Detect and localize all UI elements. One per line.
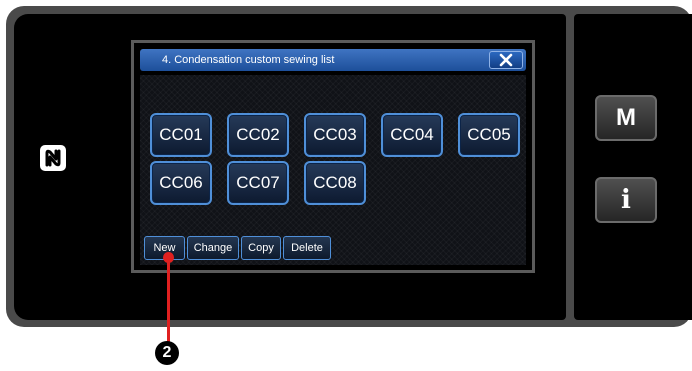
side-panel [574,14,692,320]
dialog-titlebar: 4. Condensation custom sewing list [140,49,526,71]
pattern-button-cc04[interactable]: CC04 [381,113,443,157]
mode-button[interactable]: M [595,95,657,141]
close-button[interactable] [489,51,523,69]
delete-button[interactable]: Delete [283,236,331,260]
change-button[interactable]: Change [187,236,239,260]
callout-leader-dot [163,252,174,263]
dialog-window: 4. Condensation custom sewing list CC01 … [131,40,535,273]
dialog-title: 4. Condensation custom sewing list [162,54,335,66]
pattern-button-cc05[interactable]: CC05 [458,113,520,157]
close-icon [499,53,513,67]
pattern-button-cc02[interactable]: CC02 [227,113,289,157]
callout-number: 2 [155,341,179,365]
nfc-icon [40,145,66,171]
callout-leader-line [167,256,170,344]
pattern-button-cc01[interactable]: CC01 [150,113,212,157]
info-button[interactable]: i [595,177,657,223]
pattern-list-area: CC01 CC02 CC03 CC04 CC05 CC06 CC07 CC08 … [140,75,526,265]
pattern-button-cc08[interactable]: CC08 [304,161,366,205]
copy-button[interactable]: Copy [241,236,281,260]
pattern-button-cc07[interactable]: CC07 [227,161,289,205]
pattern-button-cc06[interactable]: CC06 [150,161,212,205]
pattern-button-cc03[interactable]: CC03 [304,113,366,157]
